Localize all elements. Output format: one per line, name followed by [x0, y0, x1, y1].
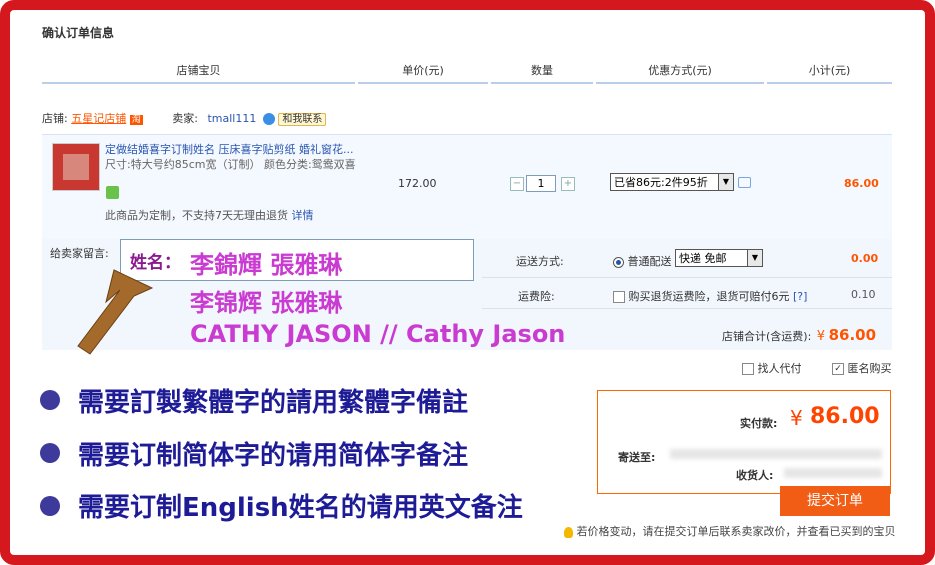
unit-price: 172.00 — [398, 177, 437, 190]
anonymous-label: 匿名购买 — [847, 362, 892, 375]
taobao-badge-icon: 淘 — [129, 115, 143, 125]
divider — [482, 308, 892, 309]
seller-name: tmall111 — [207, 112, 257, 125]
discount-value: 已省86元:2件95折 — [614, 176, 708, 189]
overlay-line-english: CATHY JASON // Cathy Jason — [190, 320, 566, 348]
qty-minus-button[interactable]: − — [510, 177, 524, 191]
insurance-checkbox[interactable] — [613, 291, 625, 303]
currency-symbol: ¥ — [816, 329, 826, 344]
divider — [482, 277, 892, 278]
product-thumbnail[interactable] — [52, 143, 100, 191]
courier-value: 快递 免邮 — [679, 252, 727, 265]
shipping-radio[interactable] — [613, 256, 624, 268]
shop-name-link[interactable]: 五星记店铺 — [71, 112, 126, 125]
bullet-icon — [40, 390, 60, 410]
shop-total-row: 店铺合计(含运费): ¥ 86.00 — [722, 326, 876, 344]
order-panel: 确认订单信息 店铺宝贝 单价(元) 数量 优惠方式(元) 小计(元) 店铺: 五… — [30, 10, 903, 544]
overlay-line-traditional: 李錦輝 張雅琳 — [190, 251, 343, 279]
bullet-icon — [40, 443, 60, 463]
shop-total: 86.00 — [828, 326, 877, 344]
bullet-icon — [40, 496, 60, 516]
discount-info-icon[interactable] — [738, 177, 751, 188]
receiver-label: 收货人: — [736, 469, 774, 482]
insurance-fee: 0.10 — [851, 288, 876, 301]
shop-label: 店铺: — [42, 112, 68, 125]
item-spec: 尺寸:特大号约85cm宽（订制） 颜色分类:鸳鸯双喜 — [105, 158, 356, 171]
insurance-help-link[interactable]: [?] — [793, 290, 807, 303]
shipping-label: 运送方式: — [516, 255, 564, 268]
courier-select[interactable]: 快递 免邮 ▼ — [675, 249, 763, 267]
header-price: 单价(元) — [358, 62, 488, 84]
note-simplified: 需要订制简体字的请用简体字备注 — [78, 441, 469, 471]
chevron-down-icon: ▼ — [718, 174, 733, 190]
qty-input[interactable]: 1 — [526, 175, 556, 192]
custom-notice: 此商品为定制，不支持7天无理由退货 — [105, 209, 288, 222]
payment-box: 实付款: ¥ 86.00 寄送至: 收货人: — [597, 390, 891, 494]
receiver-redacted — [784, 468, 882, 478]
qty-plus-button[interactable]: + — [561, 177, 575, 191]
shipping-fee: 0.00 — [851, 252, 879, 265]
item-subtotal: 86.00 — [844, 177, 879, 190]
note-traditional: 需要訂製繁體字的請用繁體字備註 — [78, 388, 469, 418]
note-english: 需要订制English姓名的请用英文备注 — [78, 493, 523, 523]
item-title-link[interactable]: 定做结婚喜字订制姓名 压床喜字贴剪纸 婚礼窗花... — [105, 141, 365, 157]
proxy-pay-label: 找人代付 — [757, 362, 802, 375]
payment-amount: 86.00 — [810, 404, 880, 429]
lightbulb-icon — [564, 526, 573, 538]
header-discount: 优惠方式(元) — [596, 62, 764, 84]
header-subtotal: 小计(元) — [767, 62, 892, 84]
shop-row: 店铺: 五星记店铺 淘 卖家: tmall111 和我联系 — [42, 110, 892, 132]
insurance-label: 运费险: — [518, 290, 555, 303]
wangwang-icon[interactable] — [262, 113, 275, 125]
order-box: 定做结婚喜字订制姓名 压床喜字贴剪纸 婚礼窗花... 尺寸:特大号约85cm宽（… — [42, 134, 892, 350]
service-icon — [106, 186, 119, 199]
overlay-line-simplified: 李锦辉 张雅琳 — [190, 289, 343, 317]
header-item: 店铺宝贝 — [42, 62, 355, 84]
ship-to-label: 寄送至: — [618, 451, 656, 464]
anonymous-checkbox[interactable]: ✓ — [832, 363, 844, 375]
submit-order-button[interactable]: 提交订单 — [780, 486, 890, 516]
shipping-option-label: 普通配送 — [627, 255, 672, 268]
shop-total-label: 店铺合计(含运费): — [722, 330, 812, 343]
pointer-arrow-icon — [77, 269, 154, 355]
detail-link[interactable]: 详情 — [292, 209, 314, 222]
discount-select[interactable]: 已省86元:2件95折 ▼ — [610, 173, 734, 191]
insurance-text: 购买退货运费险，退货可赔付6元 — [628, 290, 790, 303]
item-row: 定做结婚喜字订制姓名 压床喜字贴剪纸 婚礼窗花... 尺寸:特大号约85cm宽（… — [42, 135, 892, 239]
chevron-down-icon: ▼ — [747, 250, 762, 266]
address-redacted — [670, 449, 882, 459]
seller-label: 卖家: — [172, 112, 198, 125]
contact-seller-button[interactable]: 和我联系 — [278, 113, 327, 126]
footer-note: 若价格变动，请在提交订单后联系卖家改价，并查看已买到的宝贝 — [576, 525, 896, 538]
page-title: 确认订单信息 — [42, 26, 115, 40]
proxy-pay-checkbox[interactable] — [742, 363, 754, 375]
header-qty: 数量 — [491, 62, 593, 84]
shipping-option[interactable]: 普通配送 — [613, 253, 672, 269]
payment-currency: ¥ — [790, 406, 803, 430]
payment-label: 实付款: — [740, 417, 778, 430]
message-label: 给卖家留言: — [50, 247, 109, 260]
